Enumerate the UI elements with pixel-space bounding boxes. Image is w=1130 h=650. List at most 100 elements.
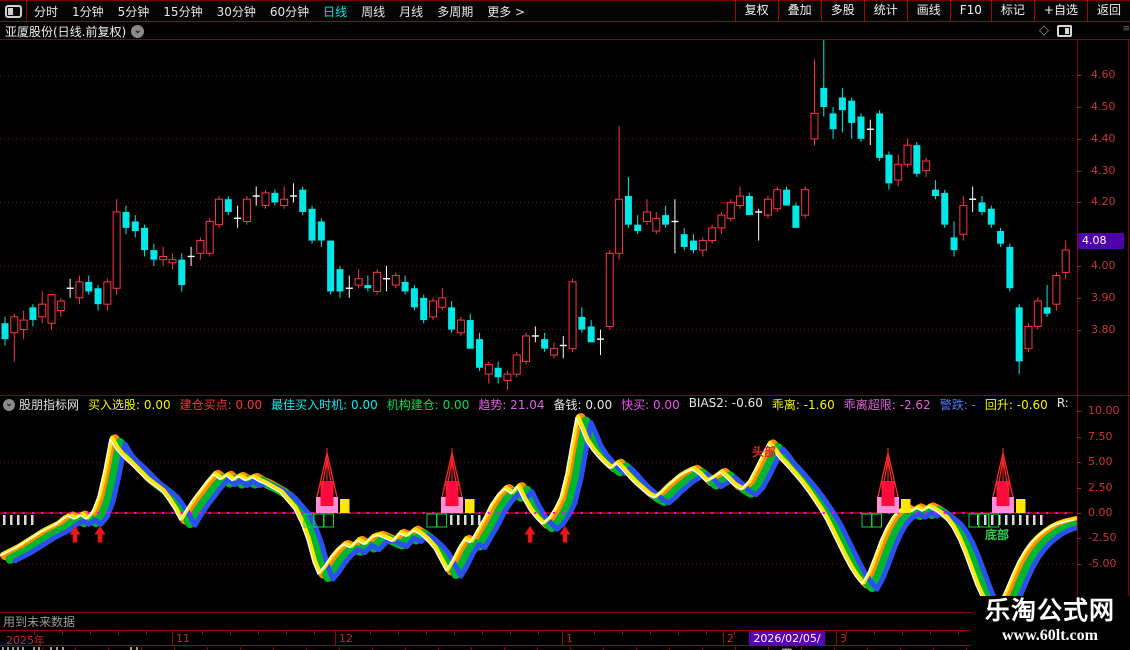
period-tab[interactable]: 日线 [323, 3, 347, 20]
price-axis-label: 4.30 [1091, 163, 1116, 177]
toolbar-button[interactable]: 标记 [992, 0, 1035, 22]
collapse-icon[interactable]: ⌄ [3, 398, 15, 411]
date-tick [118, 631, 119, 635]
toolbar-button[interactable]: +自选 [1035, 0, 1088, 22]
stock-title[interactable]: 亚厦股份(日线.前复权) [5, 23, 126, 40]
axis-tick [1077, 75, 1081, 77]
date-tick [538, 631, 539, 635]
period-tab[interactable]: 60分钟 [270, 3, 309, 20]
indicator-value: 警跌: - [939, 398, 976, 412]
indicator-value: R: 50.42 [1056, 397, 1073, 410]
title-bar: 亚厦股份(日线.前复权) ⌄ ◇ [0, 23, 1130, 39]
indicator-value: 机构建仓: 0.00 [386, 398, 470, 412]
price-axis-label: 3.90 [1091, 290, 1116, 304]
indicator-value: 快买: 0.00 [621, 398, 680, 412]
main-candlestick-chart[interactable] [0, 40, 1077, 395]
date-tick [398, 631, 399, 635]
month-boundary [723, 631, 724, 645]
toolbar-button[interactable]: F10 [951, 0, 992, 22]
date-tick [678, 631, 679, 635]
indicator-value: 买入选股: 0.00 [88, 398, 171, 412]
date-tick [90, 631, 91, 635]
axis-tick [1077, 202, 1081, 204]
date-tick [258, 631, 259, 635]
axis-tick [1077, 436, 1081, 438]
indicator-value: 最佳买入时机: 0.00 [271, 398, 378, 412]
date-tick [734, 631, 735, 635]
indicator-value: 乖离超限: -2.62 [843, 398, 931, 412]
month-boundary [172, 631, 173, 645]
axis-tick [1077, 138, 1081, 140]
svg-text:底部: 底部 [985, 527, 1009, 542]
month-boundary [562, 631, 563, 645]
price-axis-label: 3.80 [1091, 322, 1116, 336]
period-tab[interactable]: 更多 > [487, 3, 525, 20]
top-menu-bar: 分时 1分钟 5分钟 15分钟 30分钟 60分钟 日线 周线 月线 多周期 更多 > 复权 叠加 多股… [0, 0, 1130, 22]
toolbar-button[interactable]: 叠加 [779, 0, 822, 22]
date-tick [706, 631, 707, 635]
indicator-axis-label: -5.00 [1088, 556, 1117, 570]
date-label: 11 [176, 632, 190, 645]
svg-text:头部: 头部 [752, 444, 776, 459]
date-tick [426, 631, 427, 635]
toolbar-button[interactable]: 多股 [822, 0, 865, 22]
toolbar-button[interactable]: 统计 [865, 0, 908, 22]
month-boundary [836, 631, 837, 645]
period-tab[interactable]: 多周期 [437, 3, 473, 20]
indicator-axis-label: 5.00 [1088, 455, 1113, 469]
indicator-axis-label: 2.50 [1088, 480, 1113, 494]
period-tab[interactable]: 1分钟 [72, 3, 104, 20]
indicator-value: 备钱: 0.00 [553, 398, 613, 412]
period-tab[interactable]: 30分钟 [217, 3, 256, 20]
indicator-value: 趋势: 21.04 [478, 398, 545, 412]
date-label: 2025年 [6, 634, 45, 647]
toolbar-button[interactable]: 画线 [908, 0, 951, 22]
date-label: 12 [339, 632, 353, 645]
indicator-value: 回升: -0.60 [984, 398, 1048, 412]
diamond-icon[interactable]: ◇ [1039, 24, 1049, 37]
date-axis[interactable]: 2025年11121232026/02/05/四 [0, 630, 1077, 650]
indicator-header-items: 买入选股: 0.00 建仓买点: 0.00 最佳买入时机: 0.00 机构建仓: 0.… [88, 397, 1073, 412]
axis-tick [1077, 538, 1081, 540]
date-tick [594, 631, 595, 635]
price-axis: 4.60 4.50 4.40 4.30 4.20 4.00 3.90 3.80 4.08 [1077, 40, 1130, 396]
chevron-down-icon[interactable]: ⌄ [131, 24, 145, 38]
axis-tick [1077, 329, 1081, 331]
price-axis-label: 4.40 [1091, 131, 1116, 145]
indicator-chart[interactable]: 头部底部 [0, 396, 1077, 612]
period-tab[interactable]: 周线 [361, 3, 385, 20]
date-tick [454, 631, 455, 635]
date-tick [510, 631, 511, 635]
date-tick [874, 631, 875, 635]
toolbar-buttons: 复权 叠加 多股 统计 画线 F10 标记 +自选 返回 [734, 0, 1130, 22]
axis-tick [1077, 462, 1081, 464]
date-tick [482, 631, 483, 635]
month-boundary [335, 631, 336, 645]
axis-tick [1077, 170, 1081, 172]
period-tab[interactable]: 月线 [399, 3, 423, 20]
indicator-axis-label: 0.00 [1088, 506, 1113, 519]
toolbar-button[interactable]: 复权 [736, 0, 779, 22]
axis-tick [1077, 563, 1081, 565]
price-axis-label: 4.60 [1091, 68, 1116, 82]
indicator-value: 乖离: -1.60 [771, 398, 835, 412]
date-tick [958, 631, 959, 635]
watermark: 乐淘公式网 www.60lt.com [970, 596, 1130, 650]
selected-date-badge: 2026/02/05/四 [749, 631, 825, 650]
toolbar-button[interactable]: 返回 [1088, 0, 1130, 22]
indicator-axis: 10.00 7.50 5.00 2.50 0.00 -2.50 -5.00 [1077, 396, 1130, 612]
date-label: 1 [566, 632, 573, 645]
price-axis-label: 4.20 [1091, 195, 1116, 209]
split-panel-icon[interactable] [1057, 24, 1072, 37]
watermark-site-name: 乐淘公式网 [984, 596, 1115, 625]
panel-toggle-icon[interactable] [5, 4, 22, 18]
price-axis-label: 4.50 [1091, 100, 1116, 113]
current-price-badge: 4.08 [1078, 232, 1124, 249]
watermark-url: www.60lt.com [1002, 627, 1098, 644]
period-tab[interactable]: 分时 [34, 3, 58, 20]
axis-tick [1077, 487, 1081, 489]
period-tab[interactable]: 5分钟 [118, 3, 150, 20]
period-tab[interactable]: 15分钟 [163, 3, 202, 20]
grip-icon[interactable]: ≡ [1122, 25, 1130, 34]
date-tick [902, 631, 903, 635]
